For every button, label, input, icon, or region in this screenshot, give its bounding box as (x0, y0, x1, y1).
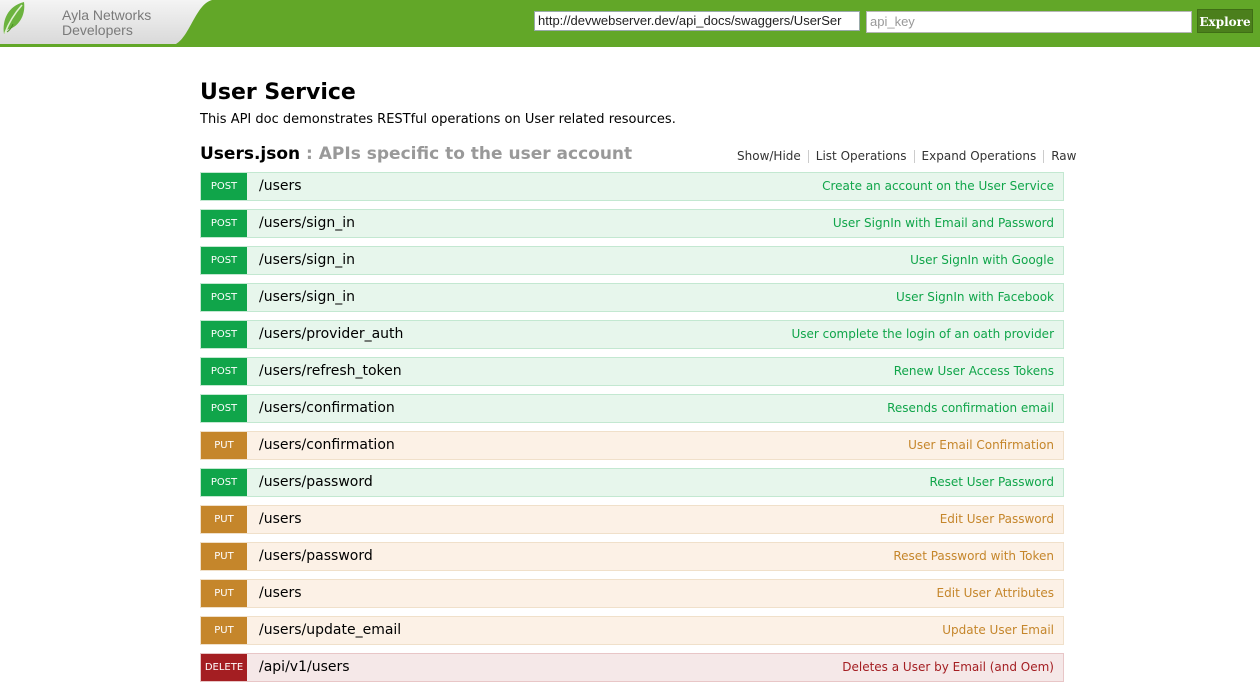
operation-row[interactable]: POST/users/sign_in User SignIn with Faceb… (200, 283, 1064, 312)
http-method-badge[interactable]: PUT (201, 506, 247, 533)
http-method-badge[interactable]: POST (201, 173, 247, 200)
http-method-badge[interactable]: POST (201, 321, 247, 348)
header-bar: Ayla Networks Developers http://devwebse… (0, 0, 1260, 47)
raw-link[interactable]: Raw (1044, 149, 1083, 163)
operation-row[interactable]: PUT/users/password Reset Password with To… (200, 542, 1064, 571)
operation-path[interactable]: /users/confirmation (259, 432, 395, 459)
explore-button[interactable]: Explore (1197, 9, 1253, 33)
operation-row[interactable]: POST/users Create an account on the User … (200, 172, 1064, 201)
operation-path[interactable]: /users/password (259, 543, 373, 570)
operation-summary[interactable]: Reset User Password (929, 469, 1054, 496)
operation-summary[interactable]: Edit User Attributes (937, 580, 1054, 607)
operation-row[interactable]: POST/users/password Reset User Password (200, 468, 1064, 497)
operation-summary[interactable]: Deletes a User by Email (and Oem) (842, 654, 1054, 681)
http-method-badge[interactable]: DELETE (201, 654, 247, 681)
operation-row[interactable]: POST/users/sign_in User SignIn with Googl… (200, 246, 1064, 275)
api-key-input[interactable]: api_key (866, 11, 1192, 33)
operation-summary[interactable]: User SignIn with Facebook (896, 284, 1054, 311)
http-method-badge[interactable]: POST (201, 358, 247, 385)
http-method-badge[interactable]: PUT (201, 543, 247, 570)
operation-summary[interactable]: Reset Password with Token (893, 543, 1054, 570)
operation-path[interactable]: /users/provider_auth (259, 321, 403, 348)
operation-summary[interactable]: Create an account on the User Service (822, 173, 1054, 200)
operation-path[interactable]: /users/update_email (259, 617, 401, 644)
list-operations-link[interactable]: List Operations (809, 149, 914, 163)
operation-summary[interactable]: Update User Email (942, 617, 1054, 644)
http-method-badge[interactable]: PUT (201, 617, 247, 644)
logo-line-1: Ayla Networks (62, 7, 152, 23)
resource-subtitle: : APIs specific to the user account (300, 144, 633, 164)
operations-list: POST/users Create an account on the User … (200, 172, 1064, 690)
operation-row[interactable]: PUT/users Edit User Password (200, 505, 1064, 534)
operation-path[interactable]: /users/password (259, 469, 373, 496)
http-method-badge[interactable]: PUT (201, 432, 247, 459)
operation-summary[interactable]: User Email Confirmation (908, 432, 1054, 459)
operation-row[interactable]: POST/users/confirmation Resends confirmat… (200, 394, 1064, 423)
page-title: User Service (200, 80, 356, 105)
operation-path[interactable]: /users (259, 506, 302, 533)
http-method-badge[interactable]: POST (201, 284, 247, 311)
operation-path[interactable]: /users/refresh_token (259, 358, 402, 385)
operation-summary[interactable]: Resends confirmation email (887, 395, 1054, 422)
resource-name-link[interactable]: Users.json (200, 144, 300, 164)
http-method-badge[interactable]: POST (201, 395, 247, 422)
operation-row[interactable]: POST/users/provider_auth User complete th… (200, 320, 1064, 349)
operation-path[interactable]: /api/v1/users (259, 654, 350, 681)
operation-summary[interactable]: User complete the login of an oath provi… (791, 321, 1054, 348)
spec-url-input[interactable]: http://devwebserver.dev/api_docs/swagger… (534, 11, 860, 31)
show-hide-link[interactable]: Show/Hide (730, 149, 808, 163)
operation-path[interactable]: /users/sign_in (259, 247, 355, 274)
logo-line-2: Developers (62, 22, 133, 38)
operation-path[interactable]: /users/sign_in (259, 284, 355, 311)
http-method-badge[interactable]: POST (201, 247, 247, 274)
http-method-badge[interactable]: POST (201, 469, 247, 496)
operation-summary[interactable]: Renew User Access Tokens (894, 358, 1054, 385)
operation-row[interactable]: PUT/users Edit User Attributes (200, 579, 1064, 608)
leaf-icon (3, 2, 25, 34)
http-method-badge[interactable]: PUT (201, 580, 247, 607)
operation-summary[interactable]: User SignIn with Email and Password (833, 210, 1054, 237)
http-method-badge[interactable]: POST (201, 210, 247, 237)
operation-summary[interactable]: Edit User Password (940, 506, 1054, 533)
operation-row[interactable]: PUT/users/confirmation User Email Confirm… (200, 431, 1064, 460)
operation-row[interactable]: POST/users/sign_in User SignIn with Email… (200, 209, 1064, 238)
expand-operations-link[interactable]: Expand Operations (915, 149, 1044, 163)
operation-path[interactable]: /users/sign_in (259, 210, 355, 237)
operation-row[interactable]: POST/users/refresh_token Renew User Acces… (200, 357, 1064, 386)
page-description: This API doc demonstrates RESTful operat… (200, 112, 676, 127)
operation-row[interactable]: PUT/users/update_email Update User Email (200, 616, 1064, 645)
resource-actions: Show/Hide List Operations Expand Operation… (730, 149, 1083, 163)
operation-path[interactable]: /users (259, 173, 302, 200)
operation-summary[interactable]: User SignIn with Google (910, 247, 1054, 274)
logo-text: Ayla Networks Developers (62, 8, 151, 38)
operation-path[interactable]: /users/confirmation (259, 395, 395, 422)
logo[interactable]: Ayla Networks Developers (0, 0, 212, 44)
operation-row[interactable]: DELETE/api/v1/users Deletes a User by Ema… (200, 653, 1064, 682)
resource-heading: Users.json : APIs specific to the user a… (200, 144, 632, 164)
operation-path[interactable]: /users (259, 580, 302, 607)
